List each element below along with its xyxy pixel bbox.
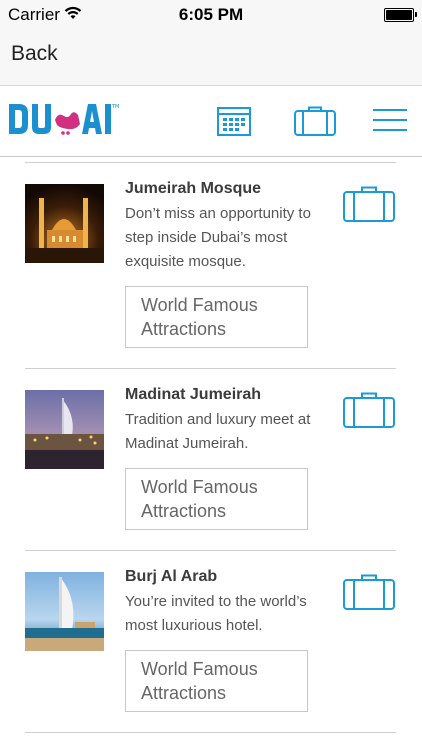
app-header: TM	[0, 86, 422, 157]
attraction-title: Madinat Jumeirah	[125, 386, 262, 403]
briefcase-icon[interactable]	[343, 186, 395, 222]
list-divider	[25, 732, 396, 733]
attraction-title: Jumeirah Mosque	[125, 180, 262, 197]
briefcase-icon[interactable]	[343, 574, 395, 610]
category-tag[interactable]: World Famous Attractions	[125, 286, 308, 348]
dubai-logo: TM	[9, 104, 119, 135]
svg-text:TM: TM	[111, 104, 119, 110]
clock-label: 6:05 PM	[178, 5, 244, 24]
burj-al-arab-image	[25, 572, 104, 651]
list-item[interactable]: Madinat Jumeirah Tradition and luxury me…	[0, 362, 422, 551]
list-item[interactable]: Jumeirah Mosque Don’t miss an opportunit…	[0, 156, 422, 369]
calendar-icon[interactable]	[217, 106, 251, 136]
battery-icon	[384, 8, 414, 22]
briefcase-icon[interactable]	[343, 392, 395, 428]
briefcase-icon[interactable]	[294, 106, 336, 136]
navigation-bar: Back	[0, 28, 422, 86]
attraction-description: You’re invited to the world’s most luxur…	[125, 593, 307, 634]
attraction-title: Burj Al Arab	[125, 568, 218, 585]
status-bar: Carrier 6:05 PM	[0, 0, 422, 28]
menu-icon[interactable]	[373, 106, 407, 134]
madinat-jumeirah-image	[25, 390, 104, 469]
back-button[interactable]: Back	[11, 42, 58, 66]
category-tag[interactable]: World Famous Attractions	[125, 650, 308, 712]
battery-tip	[415, 12, 417, 17]
category-tag[interactable]: World Famous Attractions	[125, 468, 308, 530]
jumeirah-mosque-image	[25, 184, 104, 263]
attraction-description: Don’t miss an opportunity to step inside…	[125, 205, 311, 270]
list-item[interactable]: Burj Al Arab You’re invited to the world…	[0, 544, 422, 733]
attraction-description: Tradition and luxury meet at Madinat Jum…	[125, 411, 311, 452]
